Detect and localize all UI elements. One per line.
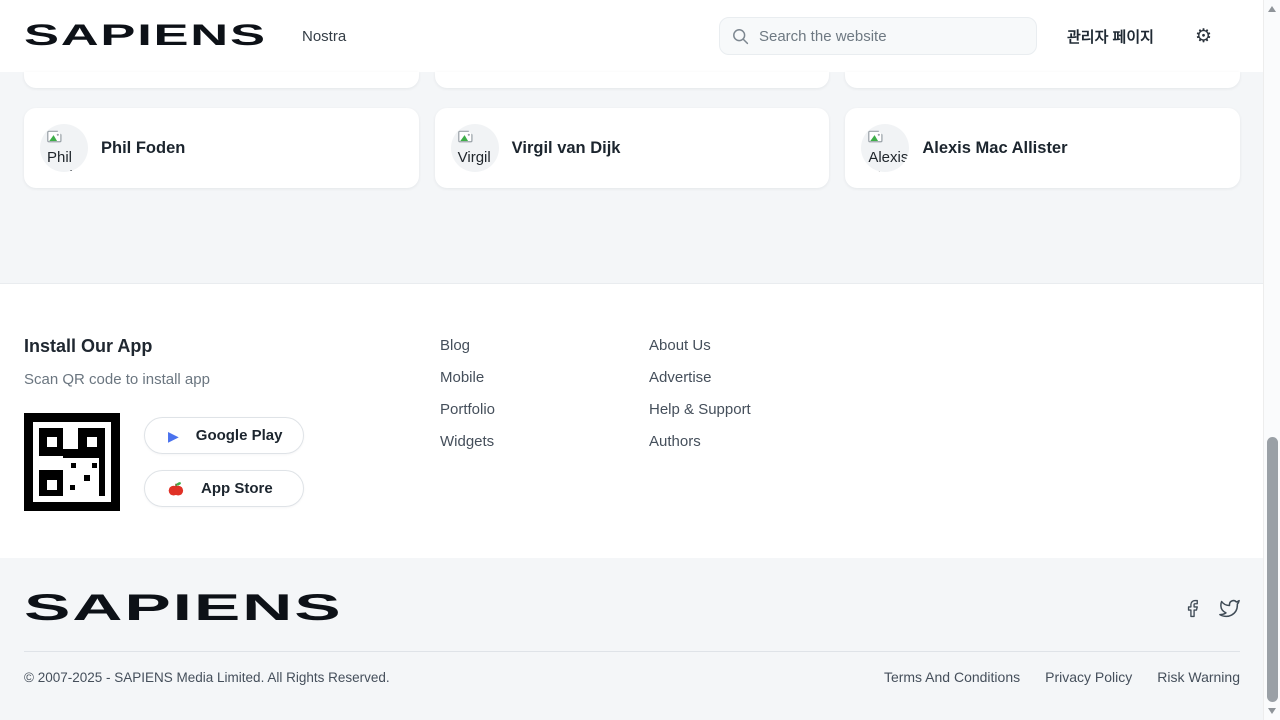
broken-image-icon bbox=[47, 130, 64, 145]
twitter-icon[interactable] bbox=[1219, 598, 1240, 619]
broken-image-icon bbox=[868, 130, 885, 145]
install-app-subtitle: Scan QR code to install app bbox=[24, 372, 440, 388]
apple-icon bbox=[168, 481, 184, 497]
main-content: Phil Foden Phil Foden Virgil van Dijk Vi… bbox=[0, 72, 1280, 283]
player-name: Virgil van Dijk bbox=[512, 139, 621, 158]
avatar-broken-image: Alexis Mac Allister bbox=[861, 124, 909, 172]
scrollbar-down-arrow-icon[interactable] bbox=[1268, 708, 1276, 714]
player-card[interactable]: Alexis Mac Allister Alexis Mac Allister bbox=[845, 108, 1240, 188]
scrollbar-thumb[interactable] bbox=[1267, 437, 1278, 702]
footer-link-blog[interactable]: Blog bbox=[440, 338, 649, 353]
avatar-alt-text: Virgil van Dijk bbox=[458, 149, 491, 172]
avatar-alt-text: Alexis Mac Allister bbox=[868, 149, 909, 172]
footer-link-mobile[interactable]: Mobile bbox=[440, 370, 649, 385]
search-bar[interactable] bbox=[719, 17, 1037, 55]
terms-link[interactable]: Terms And Conditions bbox=[884, 669, 1020, 685]
footer-links-column-1: Blog Mobile Portfolio Widgets bbox=[440, 337, 649, 511]
broken-image-icon bbox=[458, 130, 475, 145]
app-store-label: App Store bbox=[201, 480, 273, 497]
card-clipped[interactable] bbox=[435, 72, 830, 88]
facebook-icon[interactable] bbox=[1183, 599, 1202, 618]
player-name: Alexis Mac Allister bbox=[922, 139, 1067, 158]
card-clipped[interactable] bbox=[24, 72, 419, 88]
footer-link-authors[interactable]: Authors bbox=[649, 434, 751, 449]
player-card[interactable]: Virgil van Dijk Virgil van Dijk bbox=[435, 108, 830, 188]
site-subtitle[interactable]: Nostra bbox=[302, 28, 346, 45]
footer-logo[interactable]: SAPIENS bbox=[24, 588, 357, 628]
risk-warning-link[interactable]: Risk Warning bbox=[1157, 669, 1240, 685]
footer-logo-text: SAPIENS bbox=[24, 588, 343, 628]
install-app-section: Install Our App Scan QR code to install … bbox=[24, 337, 440, 511]
footer-link-widgets[interactable]: Widgets bbox=[440, 434, 649, 449]
cards-row-clipped bbox=[24, 72, 1240, 88]
search-icon bbox=[732, 28, 749, 45]
vertical-scrollbar[interactable] bbox=[1263, 0, 1280, 720]
footer-link-advertise[interactable]: Advertise bbox=[649, 370, 751, 385]
app-store-button[interactable]: App Store bbox=[144, 470, 304, 507]
admin-page-link[interactable]: 관리자 페이지 bbox=[1067, 26, 1154, 47]
privacy-policy-link[interactable]: Privacy Policy bbox=[1045, 669, 1132, 685]
search-input[interactable] bbox=[759, 28, 1024, 45]
site-logo-text: SAPIENS bbox=[24, 19, 267, 53]
top-navbar: SAPIENS Nostra 관리자 페이지 ⚙ bbox=[0, 0, 1280, 72]
avatar-broken-image: Phil Foden bbox=[40, 124, 88, 172]
google-play-button[interactable]: ▶ Google Play bbox=[144, 417, 304, 454]
footer-link-about-us[interactable]: About Us bbox=[649, 338, 751, 353]
qr-code-image bbox=[24, 413, 120, 511]
site-logo[interactable]: SAPIENS bbox=[24, 19, 276, 53]
gear-icon[interactable]: ⚙ bbox=[1195, 27, 1212, 46]
scrollbar-up-arrow-icon[interactable] bbox=[1268, 6, 1276, 12]
cards-row: Phil Foden Phil Foden Virgil van Dijk Vi… bbox=[24, 108, 1240, 188]
install-app-title: Install Our App bbox=[24, 337, 440, 356]
footer-link-help-support[interactable]: Help & Support bbox=[649, 402, 751, 417]
legal-links: Terms And Conditions Privacy Policy Risk… bbox=[884, 669, 1240, 685]
player-name: Phil Foden bbox=[101, 139, 185, 158]
google-play-label: Google Play bbox=[196, 427, 283, 444]
card-clipped[interactable] bbox=[845, 72, 1240, 88]
footer-bottom: SAPIENS © 2007-2025 - SAPIENS Media Limi… bbox=[0, 558, 1280, 720]
player-card[interactable]: Phil Foden Phil Foden bbox=[24, 108, 419, 188]
footer-links-column-2: About Us Advertise Help & Support Author… bbox=[649, 337, 751, 511]
avatar-broken-image: Virgil van Dijk bbox=[451, 124, 499, 172]
footer: Install Our App Scan QR code to install … bbox=[0, 283, 1280, 558]
footer-link-portfolio[interactable]: Portfolio bbox=[440, 402, 649, 417]
avatar-alt-text: Phil Foden bbox=[47, 149, 88, 172]
google-play-icon: ▶ bbox=[168, 429, 179, 443]
copyright-text: © 2007-2025 - SAPIENS Media Limited. All… bbox=[24, 670, 390, 685]
